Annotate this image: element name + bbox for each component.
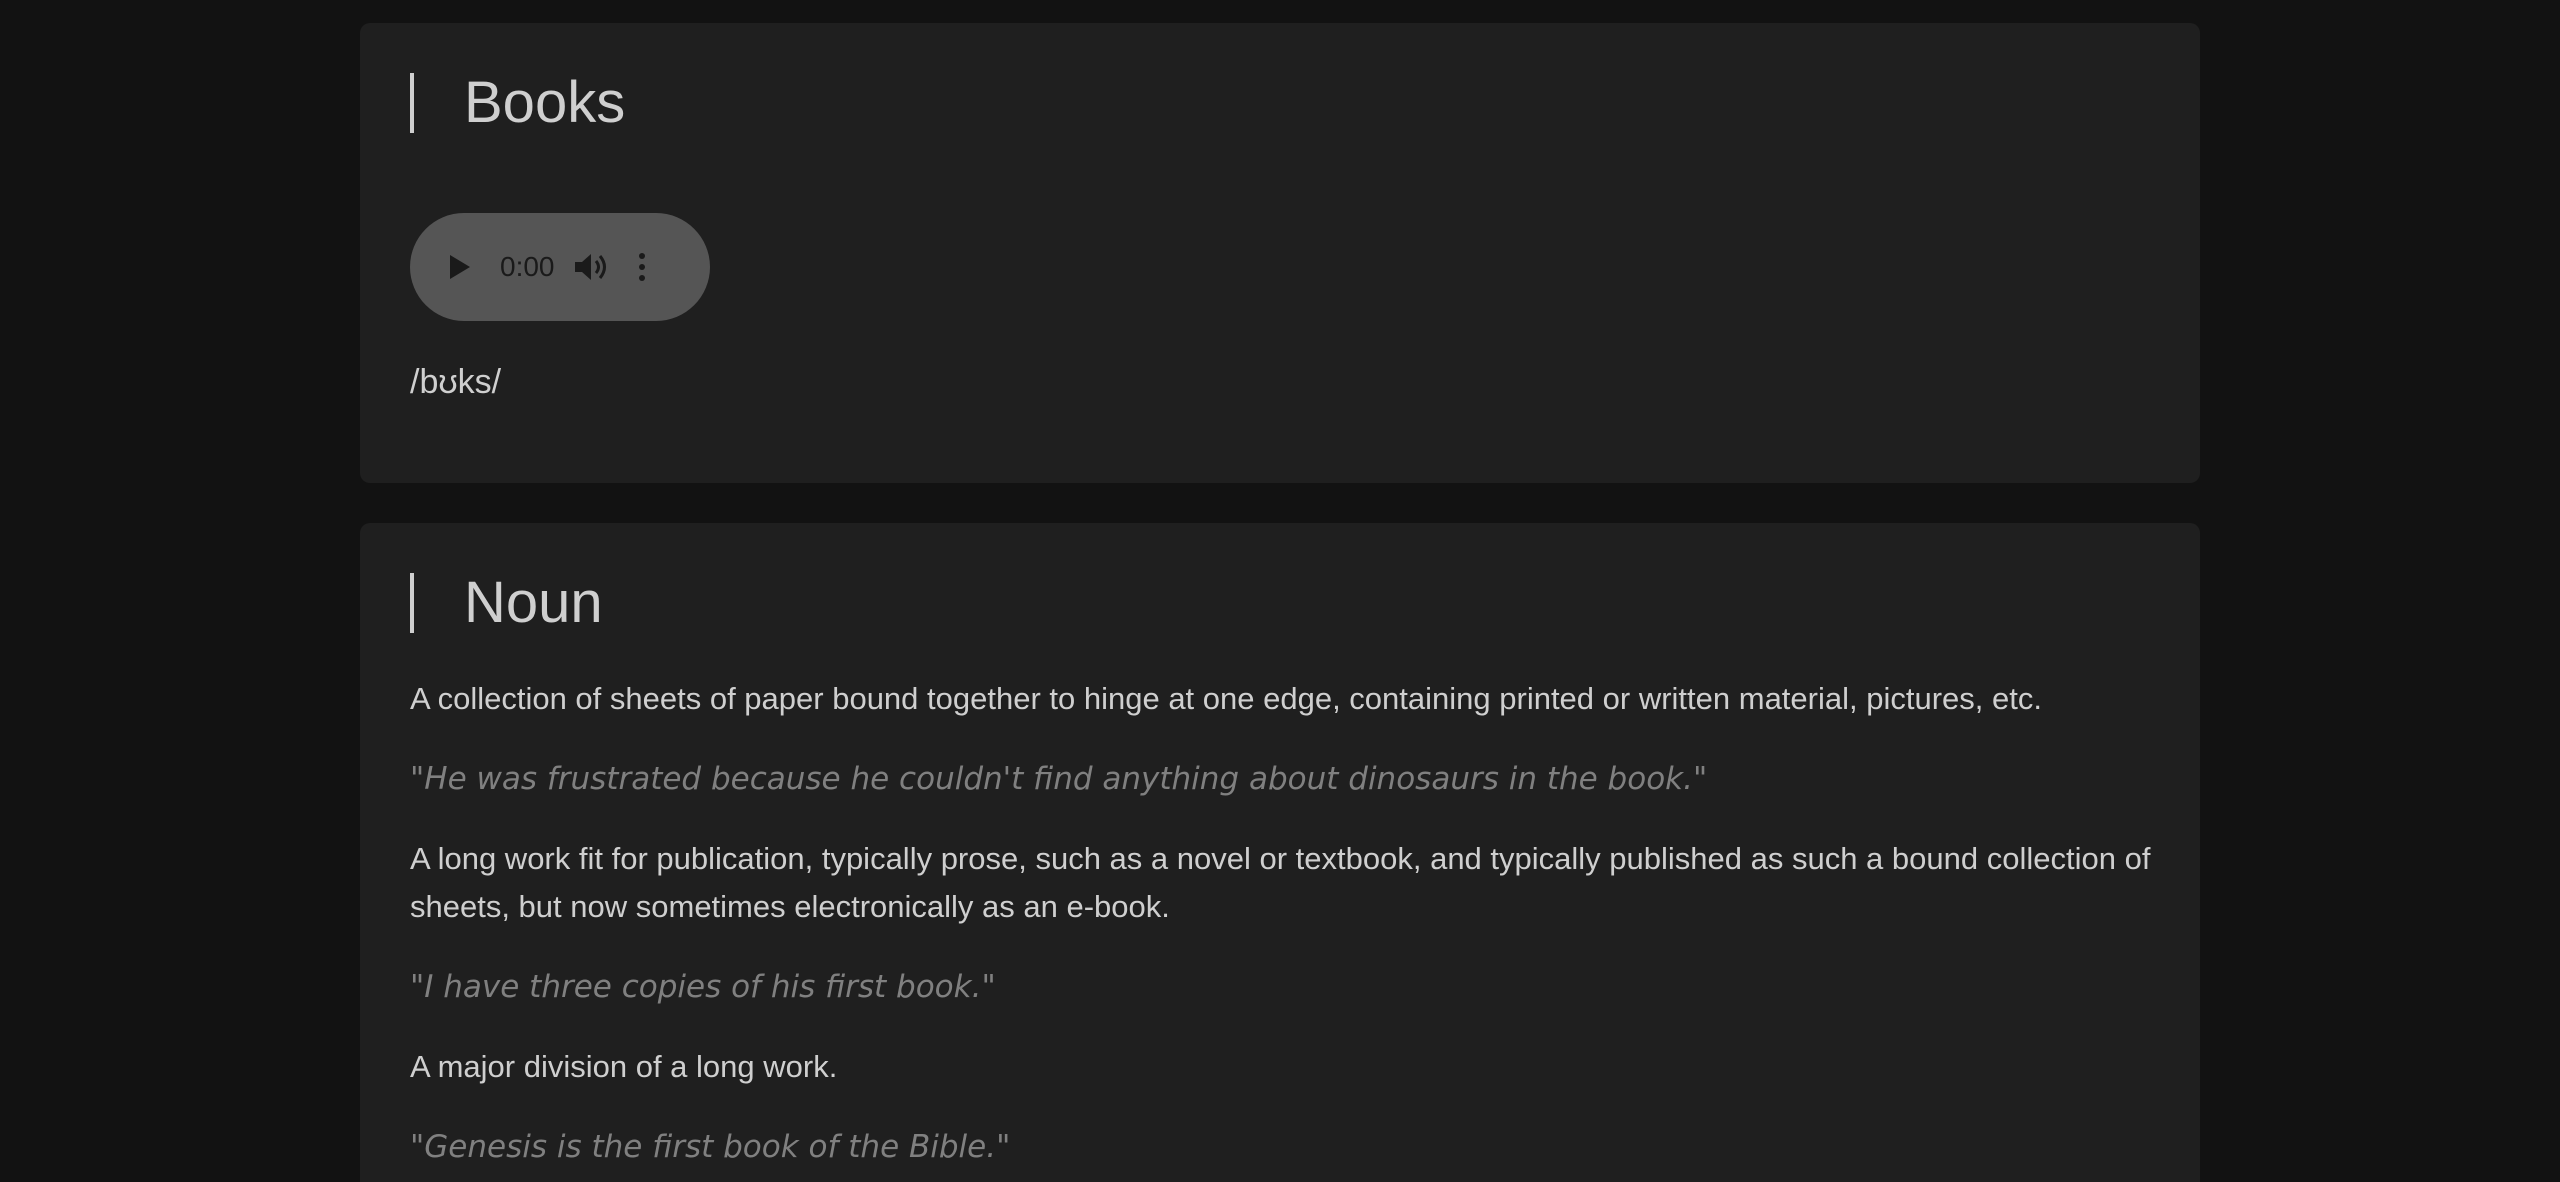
noun-heading: Noun	[410, 573, 603, 633]
definitions-list: A collection of sheets of paper bound to…	[410, 675, 2170, 1182]
page: Books 0:00 /bʊks/ Noun A collection of s…	[0, 0, 2560, 1182]
word-card: Books 0:00 /bʊks/	[360, 23, 2200, 483]
example-text: "Genesis is the first book of the Bible.…	[410, 1129, 1011, 1165]
volume-icon[interactable]	[573, 251, 609, 283]
heading-accent-bar	[410, 573, 414, 633]
example-text: "He was frustrated because he couldn't f…	[410, 761, 1708, 797]
definition-text: A collection of sheets of paper bound to…	[410, 681, 2042, 716]
audio-player[interactable]: 0:00	[410, 213, 710, 321]
play-icon[interactable]	[450, 255, 470, 279]
phonetic-text: /bʊks/	[410, 363, 502, 401]
more-options-icon[interactable]	[638, 253, 645, 281]
word-title: Books	[464, 70, 626, 135]
definition-text: A major division of a long work.	[410, 1049, 838, 1084]
noun-card: Noun A collection of sheets of paper bou…	[360, 523, 2200, 1182]
word-heading: Books	[410, 73, 625, 133]
example-text: "I have three copies of his first book."	[410, 969, 996, 1005]
audio-time: 0:00	[500, 251, 555, 282]
heading-accent-bar	[410, 73, 414, 133]
definition-text: A long work fit for publication, typical…	[410, 841, 2151, 924]
part-of-speech-title: Noun	[464, 570, 603, 635]
